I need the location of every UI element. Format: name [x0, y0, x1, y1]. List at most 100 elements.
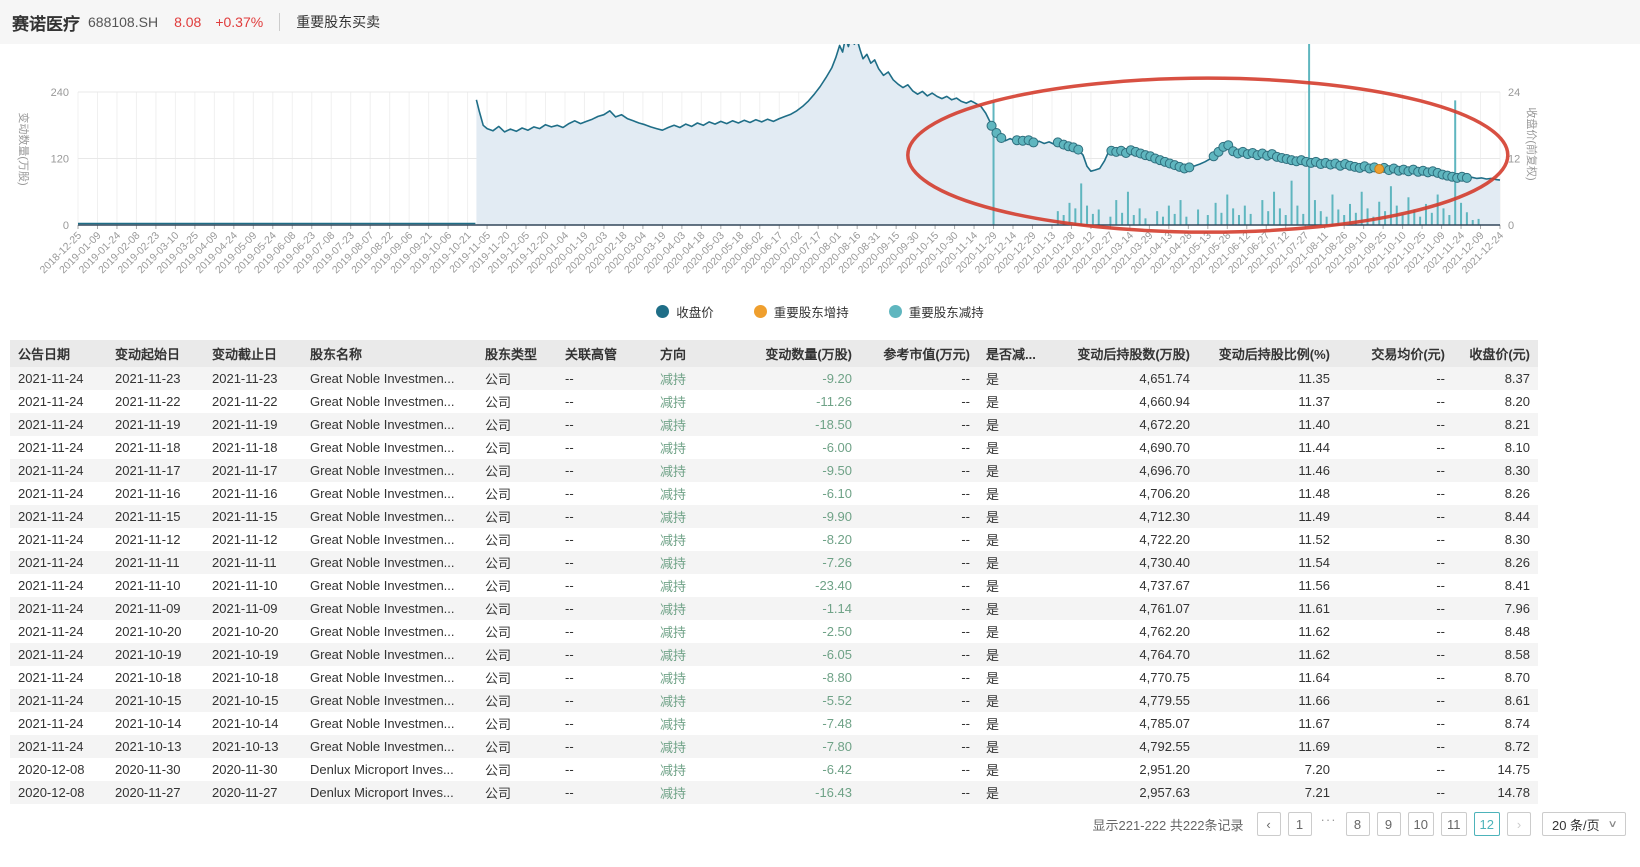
page-button-1[interactable]: 1: [1288, 812, 1312, 836]
table-row: 2021-11-242021-10-192021-10-19Great Nobl…: [10, 643, 1538, 666]
table-row: 2021-11-242021-10-202021-10-20Great Nobl…: [10, 620, 1538, 643]
table-cell: 11.66: [1198, 689, 1338, 712]
table-cell: 减持: [652, 735, 747, 758]
table-cell: -18.50: [747, 413, 860, 436]
table-cell: 2021-11-24: [10, 574, 107, 597]
legend-item-重要股东增持[interactable]: 重要股东增持: [754, 302, 849, 321]
table-cell: Great Noble Investmen...: [302, 367, 477, 390]
column-header: 变动起始日: [107, 340, 204, 367]
table-cell: 公司: [477, 459, 557, 482]
table-cell: 7.20: [1198, 758, 1338, 781]
table-cell: 是: [978, 574, 1058, 597]
table-cell: --: [860, 367, 978, 390]
table-cell: --: [860, 551, 978, 574]
table-cell: 4,761.07: [1058, 597, 1198, 620]
shareholder-trade-chart[interactable]: 2018-12-252019-01-092019-01-242019-02-08…: [0, 44, 1640, 296]
buy-point-marker[interactable]: [1375, 165, 1384, 174]
sell-point-marker[interactable]: [1462, 173, 1471, 182]
page-button-9[interactable]: 9: [1377, 812, 1401, 836]
table-cell: 2021-11-24: [10, 390, 107, 413]
next-page-button[interactable]: ›: [1507, 812, 1531, 836]
table-cell: 2021-11-22: [204, 390, 302, 413]
table-cell: 公司: [477, 620, 557, 643]
table-cell: 公司: [477, 574, 557, 597]
table-cell: -11.26: [747, 390, 860, 413]
table-cell: --: [557, 597, 652, 620]
table-cell: Great Noble Investmen...: [302, 643, 477, 666]
table-row: 2020-12-082020-11-302020-11-30Denlux Mic…: [10, 758, 1538, 781]
table-cell: 2021-11-10: [107, 574, 204, 597]
table-cell: -7.26: [747, 551, 860, 574]
page-button-10[interactable]: 10: [1408, 812, 1434, 836]
table-cell: 减持: [652, 505, 747, 528]
sell-point-marker[interactable]: [1029, 138, 1038, 147]
header-divider: [279, 13, 280, 31]
table-cell: --: [1338, 528, 1453, 551]
table-row: 2021-11-242021-11-092021-11-09Great Nobl…: [10, 597, 1538, 620]
table-cell: 是: [978, 505, 1058, 528]
table-cell: 2021-11-24: [10, 666, 107, 689]
table-cell: 11.62: [1198, 643, 1338, 666]
table-row: 2021-11-242021-11-232021-11-23Great Nobl…: [10, 367, 1538, 390]
table-cell: 2021-11-24: [10, 413, 107, 436]
table-cell: 7.96: [1453, 597, 1538, 620]
sell-point-marker[interactable]: [997, 133, 1006, 142]
table-cell: --: [860, 574, 978, 597]
table-cell: 11.67: [1198, 712, 1338, 735]
page-size-select[interactable]: 20 条/页 ∨: [1542, 812, 1626, 836]
trades-table-wrap: 公告日期变动起始日变动截止日股东名称股东类型关联高管方向变动数量(万股)参考市值…: [10, 340, 1640, 804]
table-cell: 4,722.20: [1058, 528, 1198, 551]
table-cell: 2021-11-16: [107, 482, 204, 505]
table-cell: --: [860, 620, 978, 643]
table-row: 2021-11-242021-10-132021-10-13Great Nobl…: [10, 735, 1538, 758]
column-header: 股东类型: [477, 340, 557, 367]
table-cell: Great Noble Investmen...: [302, 620, 477, 643]
table-cell: --: [557, 620, 652, 643]
table-cell: Great Noble Investmen...: [302, 689, 477, 712]
table-cell: --: [860, 390, 978, 413]
table-cell: 是: [978, 551, 1058, 574]
prev-page-button[interactable]: ‹: [1257, 812, 1281, 836]
table-cell: --: [860, 712, 978, 735]
table-cell: Denlux Microport Inves...: [302, 758, 477, 781]
table-cell: 2020-11-27: [107, 781, 204, 804]
table-cell: --: [557, 482, 652, 505]
table-cell: --: [860, 436, 978, 459]
sell-point-marker[interactable]: [1185, 163, 1194, 172]
table-cell: --: [860, 735, 978, 758]
table-cell: --: [1338, 735, 1453, 758]
table-cell: 2021-11-17: [204, 459, 302, 482]
page-button-8[interactable]: 8: [1346, 812, 1370, 836]
page-button-11[interactable]: 11: [1441, 812, 1467, 836]
table-cell: 4,672.20: [1058, 413, 1198, 436]
table-cell: Great Noble Investmen...: [302, 390, 477, 413]
table-cell: 减持: [652, 551, 747, 574]
legend-item-重要股东减持[interactable]: 重要股东减持: [889, 302, 984, 321]
table-cell: 2021-11-16: [204, 482, 302, 505]
table-cell: 14.78: [1453, 781, 1538, 804]
table-cell: 2,951.20: [1058, 758, 1198, 781]
table-row: 2021-11-242021-10-152021-10-15Great Nobl…: [10, 689, 1538, 712]
table-cell: 是: [978, 436, 1058, 459]
legend-dot-icon: [889, 305, 902, 318]
chart-canvas[interactable]: 2018-12-252019-01-092019-01-242019-02-08…: [0, 44, 1640, 296]
table-cell: 减持: [652, 689, 747, 712]
table-cell: --: [1338, 505, 1453, 528]
table-cell: 2021-11-09: [204, 597, 302, 620]
table-cell: 2021-11-24: [10, 689, 107, 712]
table-cell: 7.21: [1198, 781, 1338, 804]
trades-table: 公告日期变动起始日变动截止日股东名称股东类型关联高管方向变动数量(万股)参考市值…: [10, 340, 1538, 804]
table-cell: Great Noble Investmen...: [302, 735, 477, 758]
legend-item-收盘价[interactable]: 收盘价: [656, 302, 714, 321]
table-cell: 8.44: [1453, 505, 1538, 528]
table-cell: 11.46: [1198, 459, 1338, 482]
sell-point-marker[interactable]: [1074, 145, 1083, 154]
table-cell: --: [557, 735, 652, 758]
page-button-12[interactable]: 12: [1474, 812, 1500, 836]
tab-important-shareholder-trades[interactable]: 重要股东买卖: [296, 12, 380, 32]
table-cell: 是: [978, 528, 1058, 551]
table-cell: --: [557, 574, 652, 597]
stock-name: 赛诺医疗: [12, 10, 80, 35]
table-cell: 是: [978, 735, 1058, 758]
table-cell: 8.74: [1453, 712, 1538, 735]
